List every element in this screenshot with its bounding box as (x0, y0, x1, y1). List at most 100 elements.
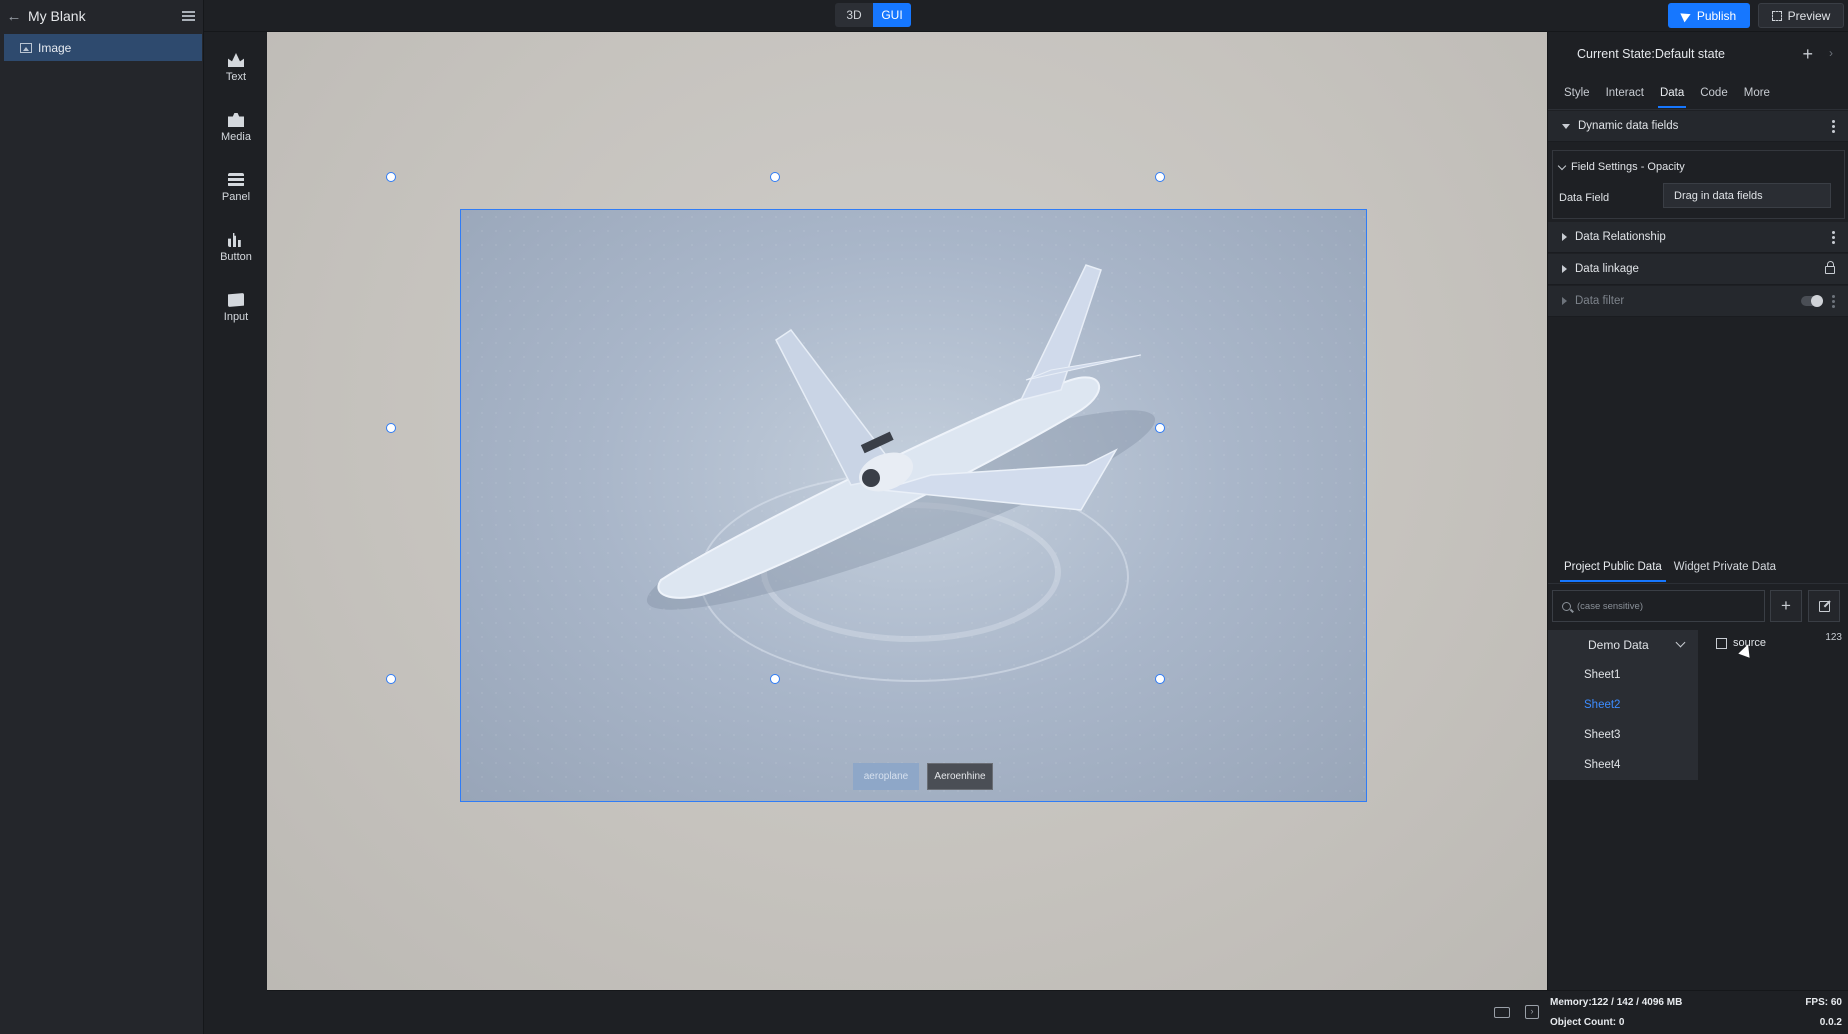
data-search-input[interactable]: (case sensitive) (1552, 590, 1765, 622)
send-icon (1680, 9, 1693, 22)
search-placeholder: (case sensitive) (1577, 600, 1643, 612)
section-title: Data Relationship (1575, 231, 1666, 243)
resize-handle-bl[interactable] (386, 674, 396, 684)
widget-toolbar: Text Media Panel Button Input (205, 32, 267, 1034)
aeroengine-button[interactable]: Aeroenhine (927, 763, 993, 790)
data-source-tabs: Project Public Data Widget Private Data (1548, 550, 1848, 584)
widget-text[interactable]: Text (205, 42, 267, 94)
section-title: Data linkage (1575, 263, 1639, 275)
publish-label: Publish (1696, 8, 1737, 23)
resize-handle-tr[interactable] (1155, 172, 1165, 182)
hamburger-menu-icon[interactable] (173, 0, 203, 32)
field-settings-header[interactable]: Field Settings - Opacity (1557, 161, 1685, 173)
edit-icon (1818, 600, 1830, 612)
tab-interact[interactable]: Interact (1606, 78, 1644, 108)
widget-media[interactable]: Media (205, 102, 267, 154)
tab-data[interactable]: Data (1657, 78, 1687, 108)
top-bar: ← My Blank 3D GUI Publish Preview (0, 0, 1848, 32)
sheet-item-4[interactable]: Sheet4 (1548, 750, 1698, 780)
widget-panel[interactable]: Panel (205, 162, 267, 214)
data-field-dropzone[interactable]: Drag in data fields (1663, 183, 1831, 208)
dynamic-fields-section[interactable]: Dynamic data fields (1548, 111, 1848, 142)
preview-button[interactable]: Preview (1758, 3, 1844, 28)
caret-right-icon (1562, 233, 1567, 241)
fullscreen-icon (1771, 10, 1782, 21)
preview-label: Preview (1787, 8, 1831, 23)
panel-icon (228, 173, 244, 187)
media-icon (228, 113, 244, 127)
mode-3d-button[interactable]: 3D (835, 3, 873, 27)
chevron-right-icon[interactable]: › (1829, 46, 1833, 60)
keyboard-icon[interactable] (1494, 1007, 1510, 1018)
state-row: Current State:Default state + › (1548, 32, 1848, 76)
resize-handle-tl[interactable] (386, 172, 396, 182)
chevron-down-icon (1675, 637, 1686, 648)
add-state-icon[interactable]: + (1802, 44, 1813, 65)
widget-button[interactable]: Button (205, 222, 267, 274)
bar-chart-icon (228, 233, 241, 247)
object-count-stat: Object Count: 0 (1550, 1017, 1625, 1028)
section-title: Dynamic data fields (1578, 120, 1679, 132)
mode-toggle: 3D GUI (835, 3, 911, 27)
section-title: Data filter (1575, 295, 1625, 307)
design-canvas[interactable]: aeroplane Aeroenhine (267, 32, 1547, 990)
airplane-illustration (646, 264, 1156, 610)
resize-handle-l[interactable] (386, 423, 396, 433)
more-options-icon[interactable] (1832, 231, 1835, 234)
widget-label: Media (221, 131, 251, 143)
widget-input[interactable]: Input (205, 282, 267, 334)
caret-right-icon (1562, 265, 1567, 273)
project-header: ← My Blank (0, 0, 204, 32)
widget-label: Panel (221, 191, 251, 203)
tab-more[interactable]: More (1744, 78, 1770, 108)
resize-handle-br[interactable] (1155, 674, 1165, 684)
terminal-icon[interactable]: › (1525, 1005, 1539, 1019)
layer-label: Image (38, 40, 72, 55)
more-options-icon[interactable] (1832, 295, 1835, 298)
sheet-item-2[interactable]: Sheet2 (1548, 690, 1698, 720)
publish-button[interactable]: Publish (1668, 3, 1750, 28)
properties-panel: Current State:Default state + › Style In… (1547, 32, 1848, 1034)
version-stat: 0.0.2 (1819, 1017, 1842, 1028)
property-tabs: Style Interact Data Code More (1548, 76, 1848, 110)
filter-toggle[interactable] (1801, 295, 1823, 307)
selected-image-widget[interactable]: aeroplane Aeroenhine (460, 209, 1367, 802)
tab-project-public-data[interactable]: Project Public Data (1560, 552, 1666, 582)
aeroplane-button[interactable]: aeroplane (853, 763, 919, 790)
lock-icon[interactable] (1825, 261, 1835, 274)
group-label: Demo Data (1588, 638, 1649, 652)
fps-stat: FPS: 60 (1805, 997, 1842, 1008)
resize-handle-t[interactable] (770, 172, 780, 182)
back-arrow-icon[interactable]: ← (0, 0, 28, 32)
field-type-badge: 123 (1825, 632, 1842, 643)
tab-widget-private-data[interactable]: Widget Private Data (1674, 552, 1776, 582)
more-options-icon[interactable] (1832, 120, 1835, 123)
tab-code[interactable]: Code (1700, 78, 1728, 108)
mode-gui-button[interactable]: GUI (873, 3, 911, 27)
current-state-label[interactable]: Current State:Default state (1577, 47, 1725, 61)
sheet-item-1[interactable]: Sheet1 (1548, 660, 1698, 690)
sheet-item-3[interactable]: Sheet3 (1548, 720, 1698, 750)
resize-handle-r[interactable] (1155, 423, 1165, 433)
search-icon (1562, 602, 1571, 611)
edit-data-button[interactable] (1808, 590, 1840, 622)
stats-bar: Memory:122 / 142 / 4096 MB FPS: 60 Objec… (1547, 990, 1848, 1034)
canvas-footer: › (267, 990, 1547, 1034)
data-linkage-section[interactable]: Data linkage (1548, 254, 1848, 285)
plus-icon: + (1781, 596, 1791, 615)
caret-right-icon (1562, 297, 1567, 305)
tab-style[interactable]: Style (1564, 78, 1590, 108)
chevron-down-icon (1557, 161, 1567, 170)
image-icon (20, 42, 32, 53)
resize-handle-b[interactable] (770, 674, 780, 684)
data-filter-section[interactable]: Data filter (1548, 286, 1848, 317)
field-settings-title: Field Settings - Opacity (1571, 161, 1685, 173)
layer-item-image[interactable]: Image (4, 34, 202, 61)
add-data-button[interactable]: + (1770, 590, 1802, 622)
checkbox-icon[interactable] (1716, 637, 1727, 649)
caret-down-icon (1562, 123, 1570, 129)
widget-label: Text (225, 71, 247, 83)
sheet-list: Demo Data Sheet1 Sheet2 Sheet3 Sheet4 (1548, 630, 1698, 1034)
demo-data-group[interactable]: Demo Data (1548, 630, 1698, 660)
data-relationship-section[interactable]: Data Relationship (1548, 222, 1848, 253)
